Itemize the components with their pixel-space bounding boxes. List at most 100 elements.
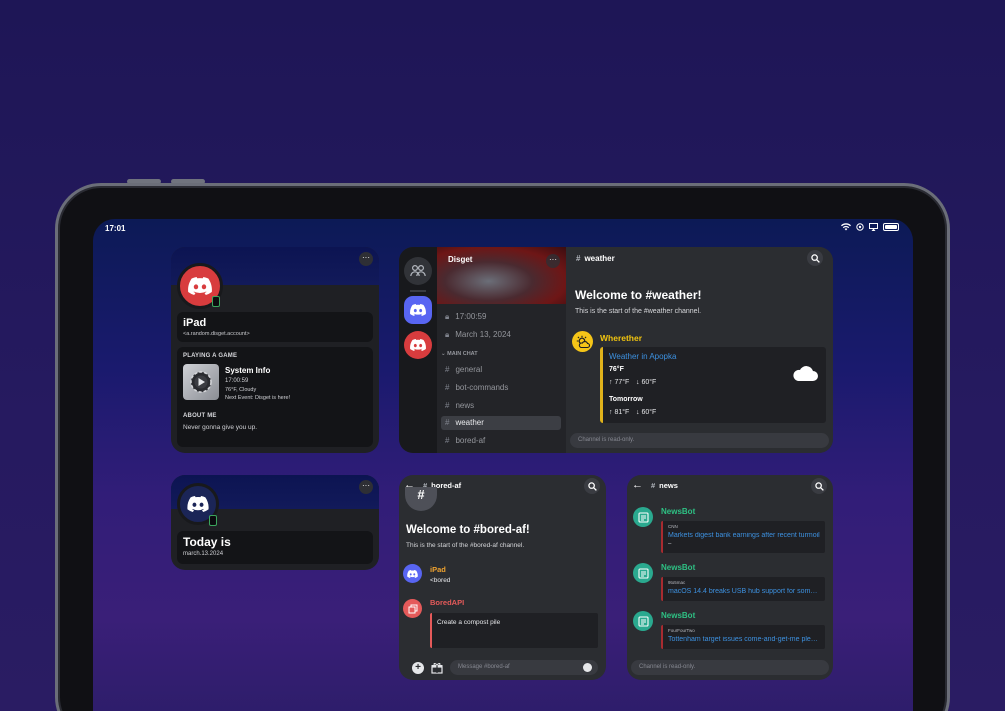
server-rail xyxy=(399,247,437,453)
profile-widget[interactable]: ··· iPad <a.random.disget.account> PLAYI… xyxy=(171,247,379,453)
playing-header: PLAYING A GAME xyxy=(183,353,238,359)
channel-news[interactable]: # news xyxy=(441,399,561,413)
chevron-down-icon: ⌄ xyxy=(441,351,446,357)
newspaper-icon xyxy=(637,567,649,579)
newsbot-avatar xyxy=(633,563,653,583)
news-title-link[interactable]: Tottenham target issues come-and-get-me … xyxy=(668,636,820,643)
direct-messages-button[interactable] xyxy=(404,257,432,285)
welcome-subtitle: This is the start of the #bored-af chann… xyxy=(406,542,525,549)
discord-logo-icon xyxy=(407,569,418,578)
server-disget[interactable] xyxy=(404,296,432,324)
search-icon xyxy=(810,253,820,263)
chat-header: # weather xyxy=(576,254,615,263)
today-low: ↓ 60°F xyxy=(636,379,657,386)
more-options-icon[interactable]: ··· xyxy=(359,480,373,494)
embed-text: Create a compost pile xyxy=(437,619,501,626)
welcome-title: Welcome to #bored-af! xyxy=(406,524,530,536)
news-embed: 9to5mac macOS 14.4 breaks USB hub suppor… xyxy=(661,577,825,601)
main-discord-panel[interactable]: Disget ··· 🔒︎ 17:00:59 🔒︎ March 13, 2024 ⌄… xyxy=(399,247,833,453)
channel-general[interactable]: # general xyxy=(441,363,561,377)
friends-icon xyxy=(410,265,426,277)
mobile-status-icon xyxy=(212,296,220,307)
news-bot-name: NewsBot xyxy=(661,507,696,516)
more-options-icon[interactable]: ··· xyxy=(359,252,373,266)
channel-bot-commands[interactable]: # bot-commands xyxy=(441,381,561,395)
status-bar: 17:01 xyxy=(93,219,913,239)
game-title: System Info xyxy=(225,366,271,375)
gear-icon xyxy=(190,371,212,393)
channel-time: 🔒︎ 17:00:59 xyxy=(445,312,487,321)
bored-af-panel[interactable]: ← # bored-af # Welcome to #bored-af! This… xyxy=(399,475,606,680)
newspaper-icon xyxy=(637,511,649,523)
channel-bored-af[interactable]: # bored-af xyxy=(441,434,561,448)
gift-icon[interactable] xyxy=(431,662,443,674)
hash-icon: # xyxy=(445,436,450,445)
search-button[interactable] xyxy=(584,478,600,494)
search-button[interactable] xyxy=(807,250,823,266)
server-banner: Disget ··· xyxy=(437,247,566,304)
channel-list: Disget ··· 🔒︎ 17:00:59 🔒︎ March 13, 2024 ⌄… xyxy=(437,247,566,453)
user1-name: iPad xyxy=(430,565,446,574)
game-icon xyxy=(183,364,219,400)
add-attachment-button[interactable]: + xyxy=(412,662,424,674)
newsbot-avatar xyxy=(633,611,653,631)
weather-embed: Weather in Apopka 76°F ↑ 77°F ↓ 60°F Tom… xyxy=(600,347,826,423)
hash-icon: # xyxy=(445,383,450,392)
lock-icon: 🔒︎ xyxy=(445,330,450,339)
activity-card: PLAYING A GAME System Info 17:00:59 76°F… xyxy=(177,347,373,447)
more-options-icon[interactable]: ··· xyxy=(546,254,560,268)
news-panel[interactable]: ← # news NewsBot CNN Markets digest bank … xyxy=(627,475,833,680)
news-bot-name: NewsBot xyxy=(661,611,696,620)
message-input[interactable]: Message #bored-af xyxy=(450,660,598,675)
hash-icon: # xyxy=(651,481,656,490)
channel-date: 🔒︎ March 13, 2024 xyxy=(445,330,511,339)
mobile-status-icon xyxy=(209,515,217,526)
news-bot-name: NewsBot xyxy=(661,563,696,572)
user-avatar xyxy=(403,564,422,583)
profile-name-card: iPad <a.random.disget.account> xyxy=(177,312,373,342)
game-line-2: 76°F, Cloudy xyxy=(225,387,257,393)
hash-icon: # xyxy=(445,401,450,410)
news-title-link[interactable]: macOS 14.4 breaks USB hub support for so… xyxy=(668,588,820,595)
message-input[interactable]: Channel is read-only. xyxy=(570,433,829,448)
about-text: Never gonna give you up. xyxy=(183,424,258,431)
category-header[interactable]: ⌄ MAIN CHAT xyxy=(441,351,478,357)
device-name: iPad xyxy=(183,317,207,329)
discord-logo-icon xyxy=(410,304,426,316)
emoji-icon[interactable] xyxy=(583,663,592,672)
bot-avatar xyxy=(572,331,593,352)
search-icon xyxy=(587,481,597,491)
news-title-link[interactable]: Markets digest bank earnings after recen… xyxy=(668,532,820,539)
news-source: FourFourTwo xyxy=(668,628,695,633)
embed-title[interactable]: Weather in Apopka xyxy=(609,352,676,361)
server-name: Disget xyxy=(448,255,473,264)
screen-mirroring-icon xyxy=(869,223,878,231)
discord-logo-icon xyxy=(410,339,426,351)
chat-area: # weather Welcome to #weather! This is th… xyxy=(566,247,833,453)
activity-embed: Create a compost pile xyxy=(430,613,598,648)
news-embed: CNN Markets digest bank earnings after r… xyxy=(661,521,825,553)
hash-icon: # xyxy=(576,254,581,263)
account-handle: <a.random.disget.account> xyxy=(183,331,250,337)
channel-weather[interactable]: # weather xyxy=(441,416,561,430)
weather-bot-icon xyxy=(576,335,590,348)
welcome-title: Welcome to #weather! xyxy=(575,288,702,302)
server-red[interactable] xyxy=(404,331,432,359)
current-temp: 76°F xyxy=(609,366,624,373)
news-extra: – xyxy=(668,541,672,547)
newspaper-icon xyxy=(637,615,649,627)
server-divider xyxy=(410,290,426,292)
panel-header: # news xyxy=(651,481,678,490)
search-icon xyxy=(814,481,824,491)
tomorrow-low: ↓ 60°F xyxy=(636,409,657,416)
channel-hash-badge: # xyxy=(405,487,437,511)
boredapi-avatar xyxy=(403,599,422,618)
back-icon[interactable]: ← xyxy=(632,479,643,491)
message-input[interactable]: Channel is read-only. xyxy=(631,660,829,675)
hash-icon: # xyxy=(445,365,450,374)
date-card: Today is march.13.2024 xyxy=(177,531,373,564)
focus-icon xyxy=(856,223,864,231)
welcome-subtitle: This is the start of the #weather channe… xyxy=(575,308,702,315)
date-widget[interactable]: ··· Today is march.13.2024 xyxy=(171,475,379,570)
search-button[interactable] xyxy=(811,478,827,494)
